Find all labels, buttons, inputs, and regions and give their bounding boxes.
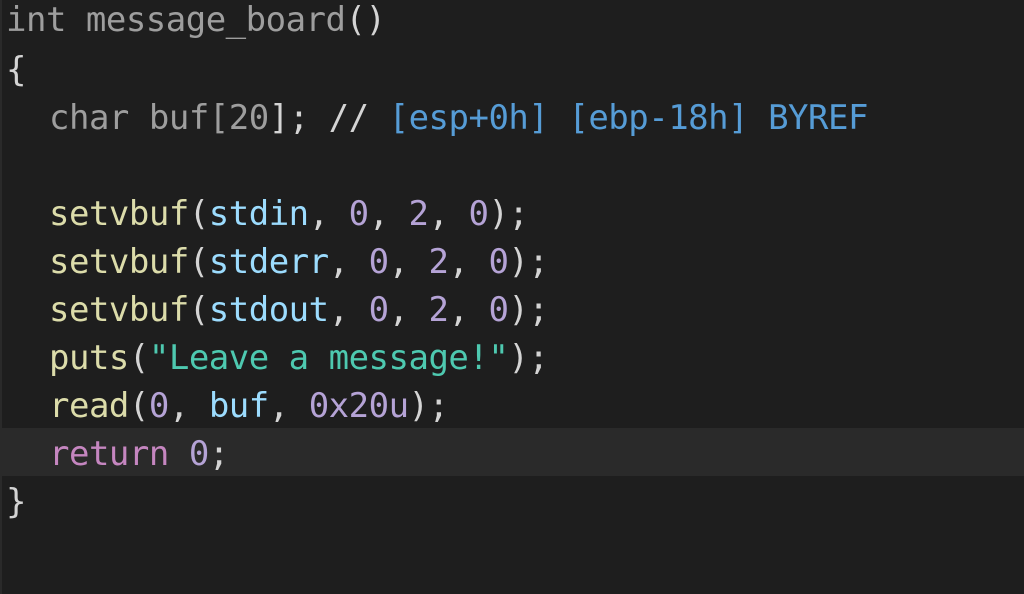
comma: , — [268, 386, 309, 426]
function-call: setvbuf — [49, 242, 189, 282]
number: 0 — [368, 290, 389, 330]
code-line-6[interactable]: setvbuf(stderr, 0, 2, 0); — [49, 238, 549, 286]
argument: stdout — [208, 290, 329, 330]
number: 0 — [368, 242, 389, 282]
code-line-11[interactable]: } — [6, 478, 26, 526]
bracket-semi: ]; — [268, 98, 309, 138]
comment-ref-esp: [esp+0h] — [388, 98, 549, 138]
comma: , — [368, 194, 409, 234]
code-line-9[interactable]: read(0, buf, 0x20u); — [49, 382, 449, 430]
code-editor[interactable]: int message_board() { char buf[20]; // [… — [0, 0, 1024, 594]
close-brace: } — [6, 482, 26, 522]
type-keyword: int — [6, 0, 66, 40]
paren: ( — [188, 242, 209, 282]
open-brace: { — [6, 50, 26, 90]
comma: , — [308, 194, 349, 234]
code-line-7[interactable]: setvbuf(stdout, 0, 2, 0); — [49, 286, 549, 334]
comma: , — [328, 242, 369, 282]
number: 0 — [348, 194, 369, 234]
function-call: puts — [49, 338, 129, 378]
type-keyword: char — [49, 98, 129, 138]
paren: ( — [188, 194, 209, 234]
argument: stderr — [208, 242, 329, 282]
paren-semi: ); — [508, 242, 549, 282]
number: 0 — [488, 290, 509, 330]
paren: ( — [188, 290, 209, 330]
comma: , — [388, 290, 429, 330]
argument: stdin — [208, 194, 309, 234]
comma: , — [168, 386, 209, 426]
paren: ( — [128, 386, 149, 426]
number: 2 — [428, 290, 449, 330]
code-line-8[interactable]: puts("Leave a message!"); — [49, 334, 549, 382]
number: 0 — [188, 434, 209, 474]
code-line-1[interactable]: int message_board() — [6, 0, 386, 44]
parens: () — [345, 0, 386, 40]
code-line-5[interactable]: setvbuf(stdin, 0, 2, 0); — [49, 190, 529, 238]
function-call: read — [49, 386, 129, 426]
comment-ref-ebp: [ebp-18h] — [568, 98, 749, 138]
bracket: [ — [208, 98, 229, 138]
comma: , — [448, 242, 489, 282]
function-name: message_board — [65, 0, 346, 40]
paren-semi: ); — [408, 386, 449, 426]
number: 0 — [468, 194, 489, 234]
code-line-2[interactable]: { — [6, 46, 26, 94]
var-name: buf — [148, 98, 209, 138]
code-line-10[interactable]: return 0; — [49, 430, 229, 478]
paren-semi: ); — [508, 290, 549, 330]
number: 0 — [488, 242, 509, 282]
code-line-3[interactable]: char buf[20]; // [esp+0h] [ebp-18h] BYRE… — [49, 94, 868, 142]
array-size: 20 — [228, 98, 269, 138]
number: 2 — [428, 242, 449, 282]
number: 2 — [408, 194, 429, 234]
comma: , — [328, 290, 369, 330]
comma: , — [428, 194, 469, 234]
function-call: setvbuf — [49, 194, 189, 234]
number: 0 — [148, 386, 169, 426]
comma: , — [448, 290, 489, 330]
paren-semi: ); — [488, 194, 529, 234]
function-call: setvbuf — [49, 290, 189, 330]
argument: buf — [208, 386, 269, 426]
number: 0x20u — [308, 386, 409, 426]
semicolon: ; — [208, 434, 229, 474]
comment-marker: // — [328, 98, 369, 138]
paren-semi: ); — [508, 338, 549, 378]
comment-byref: BYREF — [768, 98, 868, 138]
string-literal: "Leave a message!" — [148, 338, 509, 378]
comma: , — [388, 242, 429, 282]
return-keyword: return — [49, 434, 169, 474]
paren: ( — [128, 338, 149, 378]
